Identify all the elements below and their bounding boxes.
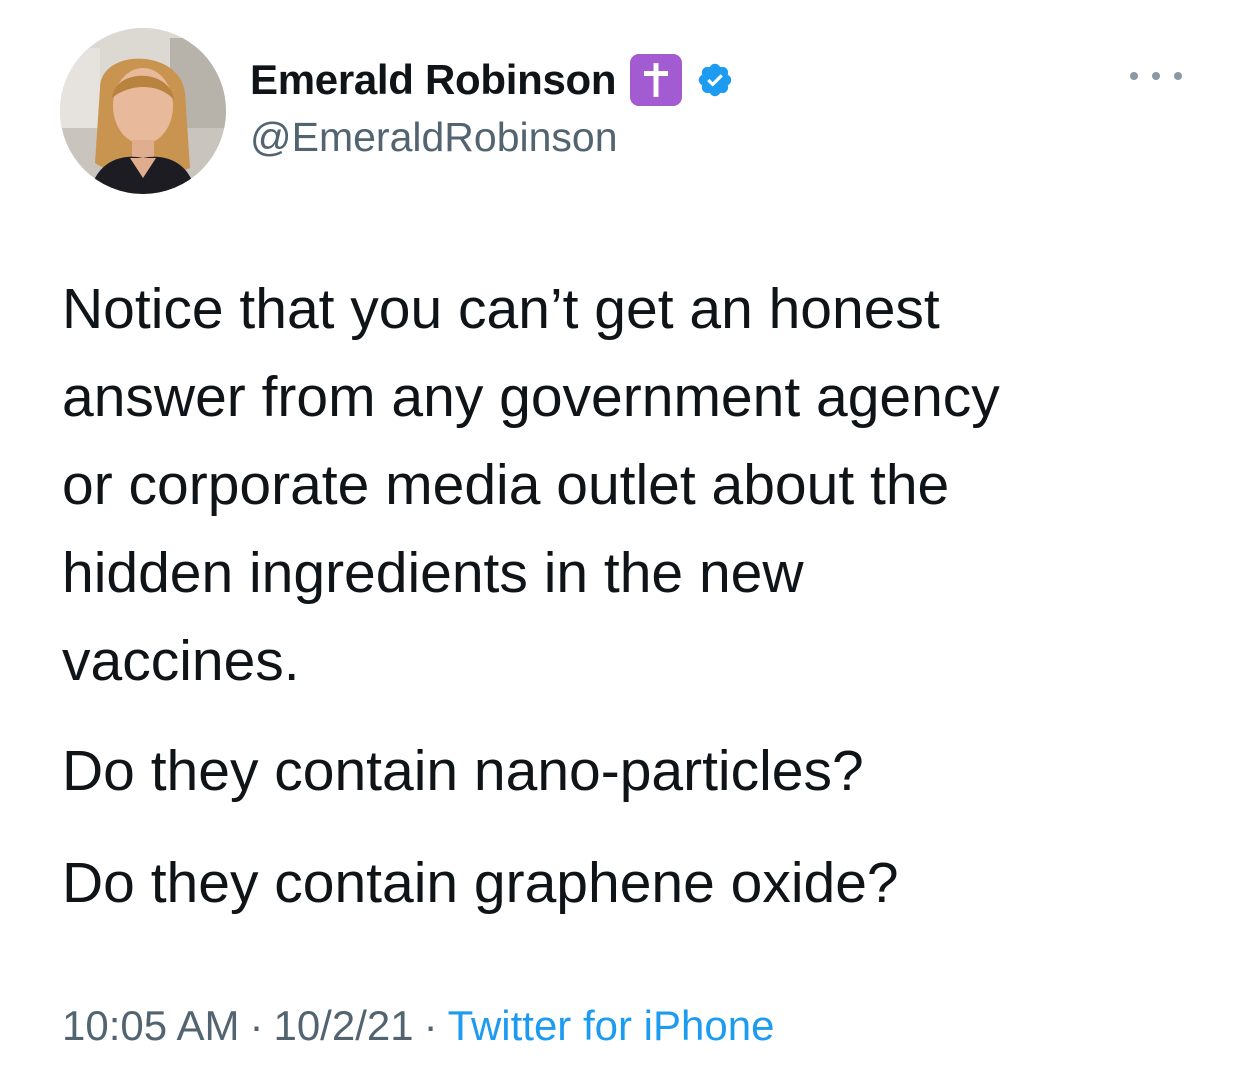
author-handle[interactable]: @EmeraldRobinson [250, 114, 618, 161]
verified-badge-icon [699, 63, 732, 97]
more-dot-icon [1152, 72, 1160, 80]
more-dot-icon [1174, 72, 1182, 80]
tweet-metadata: 10:05 AM · 10/2/21 · Twitter for iPhone [62, 1002, 774, 1050]
tweet-source-link[interactable]: Twitter for iPhone [448, 1002, 775, 1049]
tweet-line: Notice that you can’t get an honest [62, 277, 940, 341]
more-dot-icon [1130, 72, 1138, 80]
meta-separator: · [423, 1002, 438, 1049]
more-options-button[interactable] [1130, 62, 1182, 90]
meta-separator: · [249, 1002, 264, 1049]
author-name-row: Emerald Robinson [250, 52, 734, 108]
tweet-line: hidden ingredients in the new [62, 541, 804, 605]
latin-cross-icon [630, 54, 683, 106]
tweet-line: or corporate media outlet about the [62, 453, 950, 517]
tweet-line: vaccines. [62, 629, 300, 693]
tweet-date[interactable]: 10/2/21 [273, 1002, 413, 1049]
avatar[interactable] [60, 28, 226, 194]
tweet-paragraph-2: Do they contain nano-particles? [62, 739, 864, 803]
avatar-photo [60, 28, 226, 194]
author-display-name[interactable]: Emerald Robinson [250, 56, 617, 104]
tweet-line: answer from any government agency [62, 365, 1000, 429]
tweet-paragraph-1: Notice that you can’t get an honest answ… [62, 265, 1000, 705]
tweet-time[interactable]: 10:05 AM [62, 1002, 239, 1049]
tweet-paragraph-3: Do they contain graphene oxide? [62, 851, 899, 915]
